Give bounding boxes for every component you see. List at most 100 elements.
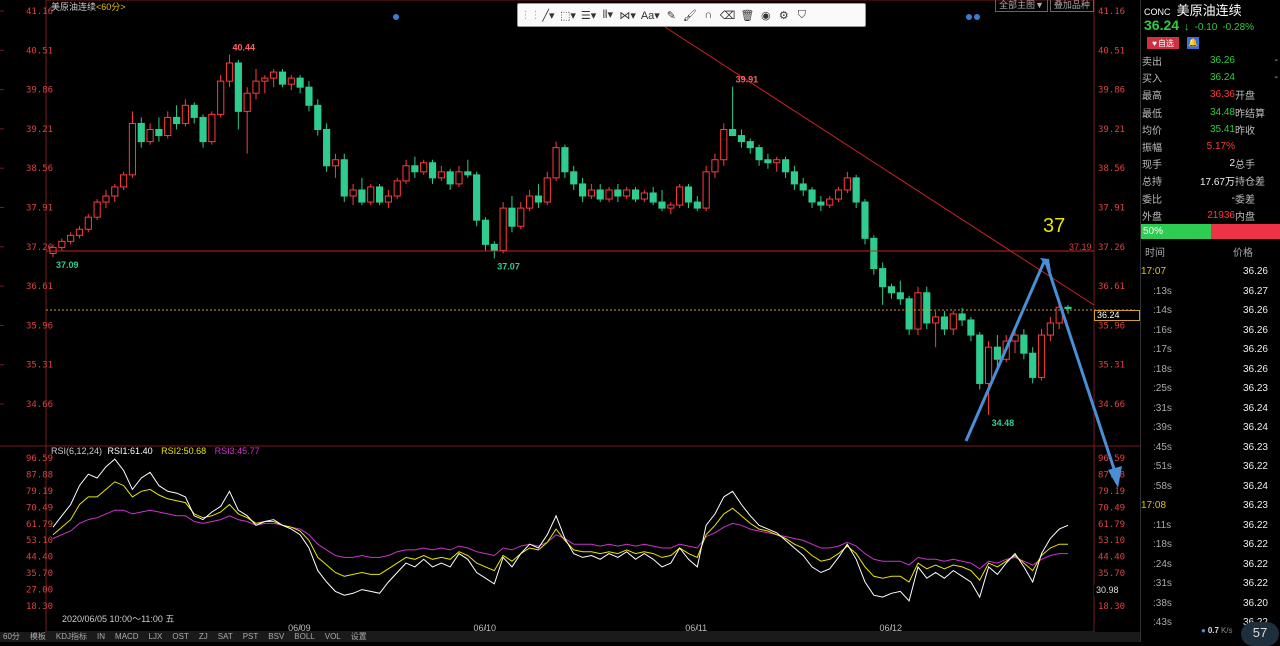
candle-body[interactable] xyxy=(67,234,75,242)
candle-body[interactable] xyxy=(261,77,269,82)
candle-body[interactable] xyxy=(464,171,472,176)
candle-body[interactable] xyxy=(923,292,931,324)
candle-body[interactable] xyxy=(534,195,543,203)
candle-body[interactable] xyxy=(234,62,242,112)
candle-body[interactable] xyxy=(181,104,189,124)
net-badge[interactable]: 57 xyxy=(1241,622,1279,646)
candle-body[interactable] xyxy=(587,189,595,197)
candle-body[interactable] xyxy=(958,313,966,321)
candle-body[interactable] xyxy=(208,113,216,143)
eye-tool-icon[interactable]: ◉ xyxy=(757,6,774,24)
candle-body[interactable] xyxy=(790,171,798,185)
candle-body[interactable] xyxy=(684,186,693,203)
candle-body[interactable] xyxy=(455,171,463,185)
candle-body[interactable] xyxy=(887,286,896,294)
candle-body[interactable] xyxy=(217,80,225,115)
indicator-tab[interactable]: OST xyxy=(172,632,188,642)
candle-body[interactable] xyxy=(940,316,949,330)
candle-body[interactable] xyxy=(375,186,384,203)
candle-body[interactable] xyxy=(1020,334,1028,354)
candle-body[interactable] xyxy=(914,292,922,330)
candle-body[interactable] xyxy=(993,346,1001,360)
candle-body[interactable] xyxy=(693,201,701,209)
indicator-tab[interactable]: IN xyxy=(97,632,105,642)
candle-body[interactable] xyxy=(199,116,207,143)
overlay-symbol-button[interactable]: 叠加品种 xyxy=(1049,0,1094,12)
candle-body[interactable] xyxy=(270,71,278,79)
candle-body[interactable] xyxy=(561,147,569,173)
candle-body[interactable] xyxy=(93,201,101,218)
candle-body[interactable] xyxy=(120,174,128,188)
candle-body[interactable] xyxy=(499,207,507,251)
candle-body[interactable] xyxy=(817,201,825,206)
candle-body[interactable] xyxy=(146,129,154,143)
candle-body[interactable] xyxy=(1029,352,1037,378)
candle-body[interactable] xyxy=(490,243,498,251)
candle-body[interactable] xyxy=(172,116,181,124)
indicator-tab[interactable]: LJX xyxy=(149,632,163,642)
candle-body[interactable] xyxy=(578,183,587,197)
indicator-tab[interactable]: BSV xyxy=(268,632,284,642)
grip-handle-icon[interactable]: ⋮⋮ xyxy=(521,6,541,24)
chart-canvas[interactable]: 41.16 40.51 39.86 39.21 38.56 37.91 37.26 36.61… xyxy=(0,0,1140,642)
watchlist-button[interactable]: ♥ 自选 xyxy=(1147,37,1179,49)
indicator-tab[interactable]: 设置 xyxy=(351,632,367,642)
candle-body[interactable] xyxy=(437,171,445,179)
candle-body[interactable] xyxy=(411,165,419,173)
candle-body[interactable] xyxy=(102,195,110,203)
indicator-tab[interactable]: PST xyxy=(243,632,259,642)
candle-body[interactable] xyxy=(870,237,878,270)
candle-body[interactable] xyxy=(1046,322,1054,336)
candle-body[interactable] xyxy=(932,316,940,324)
candle-body[interactable] xyxy=(75,228,84,236)
indicator-tab[interactable]: ZJ xyxy=(199,632,208,642)
candle-body[interactable] xyxy=(773,159,781,164)
candle-body[interactable] xyxy=(720,129,728,161)
lock-tool-icon[interactable]: ⛉ xyxy=(793,6,810,24)
candle-body[interactable] xyxy=(517,207,525,227)
candle-body[interactable] xyxy=(349,189,357,197)
candle-body[interactable] xyxy=(852,177,860,203)
brush-tool-icon[interactable]: 🖌 xyxy=(681,6,699,24)
shape-tool-icon[interactable]: ⬚▾ xyxy=(558,6,578,24)
candle-body[interactable] xyxy=(1037,334,1046,378)
candle-body[interactable] xyxy=(755,147,763,161)
candle-body[interactable] xyxy=(402,165,410,182)
candle-body[interactable] xyxy=(649,192,657,203)
candle-body[interactable] xyxy=(729,129,737,137)
candle-body[interactable] xyxy=(384,195,392,203)
candle-body[interactable] xyxy=(314,104,322,131)
candle-body[interactable] xyxy=(879,268,887,288)
candle-body[interactable] xyxy=(834,189,843,200)
line-tool-icon[interactable]: ╱▾ xyxy=(540,6,557,24)
indicator-tab[interactable]: 模板 xyxy=(30,632,46,642)
candle-body[interactable] xyxy=(49,246,57,254)
candle-body[interactable] xyxy=(764,159,772,164)
candle-body[interactable] xyxy=(526,195,534,209)
candle-body[interactable] xyxy=(543,177,551,203)
candle-body[interactable] xyxy=(896,292,904,300)
candle-body[interactable] xyxy=(976,334,984,384)
candle-body[interactable] xyxy=(473,174,481,221)
candle-body[interactable] xyxy=(155,129,163,137)
eraser-tool-icon[interactable]: ⌫ xyxy=(718,6,738,24)
candle-body[interactable] xyxy=(843,177,851,191)
candle-body[interactable] xyxy=(570,171,578,185)
candle-body[interactable] xyxy=(1064,306,1072,309)
candle-body[interactable] xyxy=(676,186,684,206)
candle-body[interactable] xyxy=(711,159,719,173)
pattern-tool-icon[interactable]: ⋈▾ xyxy=(617,6,638,24)
indicator-tab[interactable]: 60分 xyxy=(3,632,20,642)
candle-body[interactable] xyxy=(808,189,816,203)
candle-body[interactable] xyxy=(164,116,172,137)
text-tool-icon[interactable]: Aa▾ xyxy=(639,6,662,24)
candle-body[interactable] xyxy=(305,86,313,106)
candle-body[interactable] xyxy=(296,77,304,88)
candle-body[interactable] xyxy=(446,171,454,185)
candle-body[interactable] xyxy=(367,186,375,203)
candle-body[interactable] xyxy=(287,77,295,85)
candle-body[interactable] xyxy=(508,207,516,227)
candle-body[interactable] xyxy=(746,141,754,149)
candle-body[interactable] xyxy=(667,204,675,209)
gann-tool-icon[interactable]: ⦀▾ xyxy=(599,6,616,24)
